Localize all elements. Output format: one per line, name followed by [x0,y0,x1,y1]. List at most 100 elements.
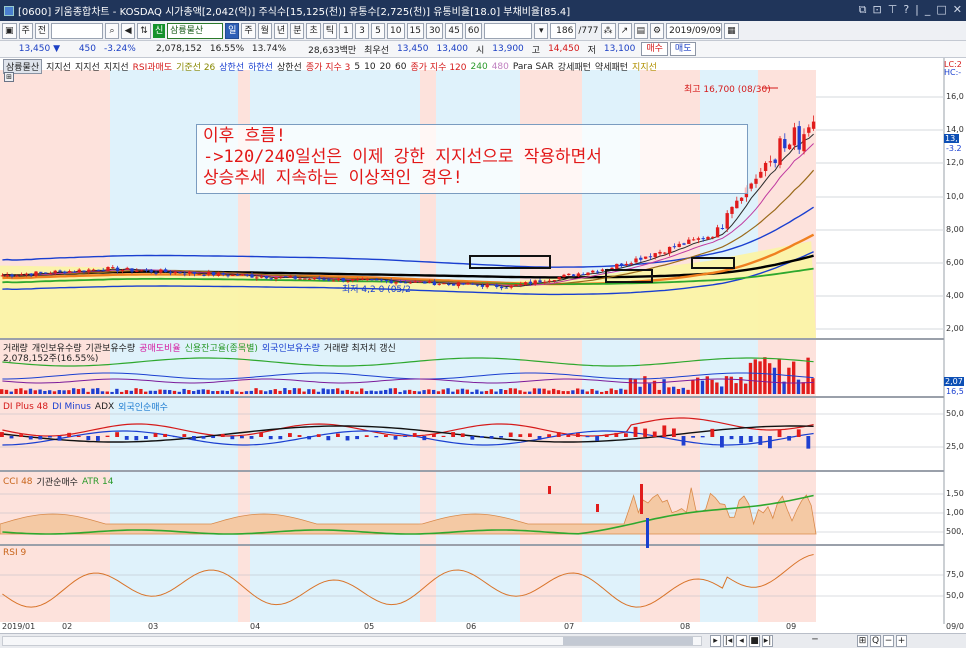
calendar-icon[interactable]: ▦ [724,22,739,39]
candle-body [274,277,278,280]
legend-rsi-oversold[interactable]: RSI과매도 [133,60,172,73]
period-tick[interactable]: 틱 [322,22,338,39]
last-icon[interactable]: ▸| [762,635,773,647]
legend-foreign[interactable]: 외국인보유수량 [262,341,320,354]
legend-upper-2[interactable]: 상한선 [277,60,302,73]
legend-ema-20[interactable]: 20 [380,62,391,72]
legend-support-4[interactable]: 지지선 [632,60,657,73]
legend-volume-low[interactable]: 거래량 최저치 갱신 [324,341,396,354]
count-input[interactable]: 186 [550,22,577,39]
legend-ema-480[interactable]: 480 [492,62,509,72]
gear-icon[interactable]: ⚙ [650,22,665,39]
candle-body [423,281,427,284]
candle-body [629,263,633,265]
minute-1[interactable]: 1 [339,22,354,39]
minute-10[interactable]: 10 [387,22,405,39]
stock-name-field[interactable]: 삼륭물산 [167,22,224,39]
close-icon[interactable]: ✕ [953,3,962,17]
pin-icon[interactable]: ⊤ [888,3,898,17]
legend-adx[interactable]: ADX [95,402,114,412]
speaker-icon[interactable]: ◀ [121,22,136,39]
legend-ema-240[interactable]: 240 [471,62,488,72]
legend-ema-10[interactable]: 10 [364,62,375,72]
help-icon[interactable]: ? [903,3,909,17]
minute-5[interactable]: 5 [371,22,386,39]
order-icon[interactable]: ⇅ [137,22,152,39]
save-icon[interactable]: ▤ [633,22,649,39]
annotation-box[interactable]: 이후 흐름! ->120/240일선은 이제 강한 지지선으로 작용하면서 상승… [196,124,748,194]
period-week[interactable]: 주 [241,22,256,39]
chart-scrollbar[interactable] [2,636,702,646]
minute-3[interactable]: 3 [355,22,370,39]
foreign-net-bar [259,432,264,437]
slider-line[interactable]: ─ [775,635,855,647]
first-icon[interactable]: |◂ [723,635,734,647]
zoom-in-icon[interactable]: + [896,635,907,647]
period-year[interactable]: 년 [273,22,289,39]
legend-di-plus[interactable]: DI Plus 48 [3,402,48,412]
legend-support-3[interactable]: 지지선 [104,60,129,73]
tile-icon[interactable]: ⊡ [873,3,882,17]
legend-parasar[interactable]: Para SAR [513,62,554,72]
chevron-down-icon[interactable]: ▾ [534,22,549,39]
legend-baseline[interactable]: 기준선 26 [176,60,215,73]
minute-60[interactable]: 60 [464,22,483,39]
legend-support-1[interactable]: 지지선 [46,60,71,73]
legend-bull-pattern[interactable]: 강세패턴 [558,60,591,73]
current-price: 13,450 ▼ [18,44,60,54]
custom-minute-input[interactable] [484,22,533,39]
legend-foreign-net[interactable]: 외국인순매수 [118,400,168,413]
legend-di-minus[interactable]: DI Minus [52,402,91,412]
candle-body [490,284,494,286]
period-minute[interactable]: 분 [290,22,305,39]
play-icon[interactable]: ▸ [710,635,721,647]
indicator-icon[interactable]: ⁂ [600,22,616,39]
legend-ema-3[interactable]: 종가 지수 3 [306,60,351,73]
minute-15[interactable]: 15 [406,22,424,39]
search-icon[interactable]: ⌕ [105,22,120,39]
period-second[interactable]: 초 [306,22,321,39]
buy-button[interactable]: 매수 [641,42,668,56]
minute-45[interactable]: 45 [445,22,463,39]
mode-select[interactable]: 주 [18,22,33,39]
trend-icon[interactable]: ↗ [617,22,632,39]
zoom-out-icon[interactable]: − [883,635,894,647]
stock-code-input[interactable] [51,22,104,39]
minute-30[interactable]: 30 [425,22,444,39]
prev-icon[interactable]: ◂ [736,635,747,647]
legend-lower[interactable]: 하한선 [248,60,273,73]
window-controls[interactable]: ⧉ ⊡ ⊤ ? | _ □ ✕ [859,3,962,17]
legend-rsi[interactable]: RSI 9 [3,548,26,558]
restore-icon[interactable]: ⧉ [859,3,867,17]
grid-icon[interactable]: ⊞ [857,635,868,647]
legend-bear-pattern[interactable]: 약세패턴 [595,60,628,73]
legend-cci[interactable]: CCI 48 [3,477,33,487]
volume-bar [753,359,757,394]
legend-ema-5[interactable]: 5 [354,62,360,72]
candle-body [557,276,561,280]
date-input[interactable]: 2019/09/09 [666,22,723,39]
panel-menu-icon[interactable]: ⊞ [4,72,14,82]
volume-bar [321,388,325,394]
legend-credit-ratio[interactable]: 신용잔고율(종목별) [185,341,258,354]
zoom-icon[interactable]: Q [870,635,881,647]
candle-body [768,161,773,163]
volume-bar [24,390,28,394]
scroll-thumb[interactable] [563,637,693,645]
maximize-icon[interactable]: □ [936,3,946,17]
minimize-icon[interactable]: _ [925,3,931,17]
legend-support-2[interactable]: 지지선 [75,60,100,73]
stop-icon[interactable]: ■ [749,635,760,647]
whole-select[interactable]: 전 [34,22,50,39]
legend-ema-60[interactable]: 60 [395,62,406,72]
layout-icon[interactable]: ▣ [2,22,17,39]
legend-ema-120[interactable]: 종가 지수 120 [410,60,466,73]
legend-inst-net[interactable]: 기관순매수 [37,475,78,488]
period-day[interactable]: 일 [225,22,240,39]
period-month[interactable]: 월 [257,22,272,39]
legend-upper[interactable]: 상한선 [219,60,244,73]
sell-button[interactable]: 매도 [669,42,697,56]
volume-bar [787,367,791,394]
legend-short-ratio[interactable]: 공매도비율 [139,341,180,354]
legend-atr[interactable]: ATR 14 [82,477,114,487]
